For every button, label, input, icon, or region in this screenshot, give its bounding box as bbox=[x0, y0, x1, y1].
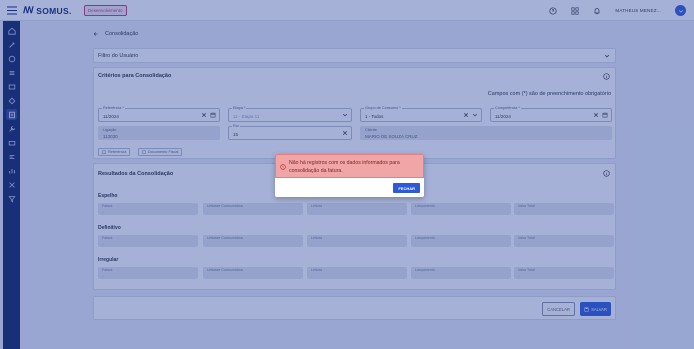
warning-icon bbox=[280, 164, 286, 170]
close-button[interactable]: FECHAR bbox=[393, 183, 420, 193]
alert-dialog: Não há registros com os dados informados… bbox=[275, 154, 424, 197]
alert-message: Não há registros com os dados informados… bbox=[289, 160, 400, 174]
alert-banner: Não há registros com os dados informados… bbox=[275, 154, 424, 178]
